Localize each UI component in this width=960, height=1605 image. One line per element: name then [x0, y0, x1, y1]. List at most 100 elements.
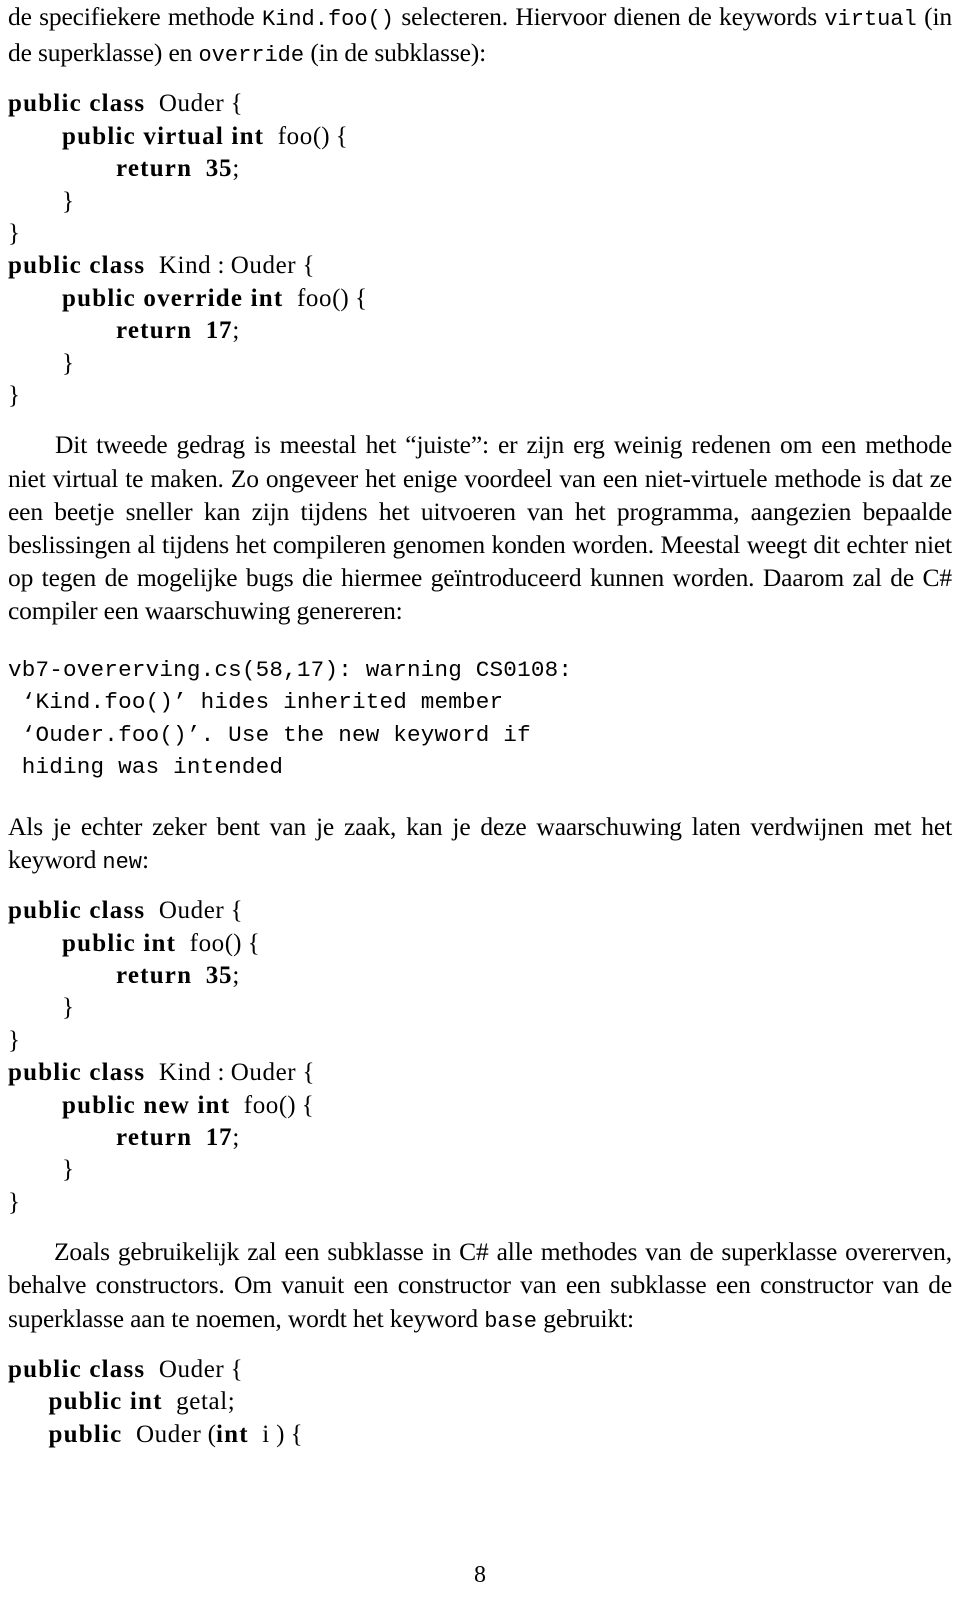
code-token-pun: }: [62, 187, 75, 215]
code-token-pun: :: [211, 252, 231, 280]
code-line: }: [8, 218, 952, 250]
code-line: public int getal;: [8, 1386, 952, 1418]
para1-text-2: selecteren. Hiervoor dienen de keywords: [393, 2, 825, 31]
code-block-constructor: public class Ouder { public int getal; p…: [8, 1354, 952, 1451]
code-line: }: [8, 348, 952, 380]
code-line: public class Ouder {: [8, 88, 952, 120]
code-token-id: Ouder: [158, 897, 225, 925]
inline-code-new: new: [102, 850, 143, 876]
code-token-kw: public override int: [62, 284, 284, 312]
code-token-kw: public class: [8, 90, 146, 118]
compiler-output-line: vb7-overerving.cs(58,17): warning CS0108…: [8, 656, 573, 683]
para4-text-2: gebruikt:: [537, 1303, 634, 1333]
code-token-kw: public virtual int: [62, 122, 265, 150]
code-token-id: getal: [176, 1388, 228, 1416]
code-token-kw: public: [48, 1420, 123, 1448]
code-token-pun: }: [8, 1026, 20, 1054]
paragraph-base-keyword: Zoals gebruikelijk zal een subklasse in …: [8, 1235, 952, 1338]
code-token-kw: return: [116, 155, 193, 183]
code-line: public class Kind : Ouder {: [8, 250, 952, 282]
code-token-kw: return: [116, 962, 193, 990]
code-line: }: [8, 186, 952, 218]
code-token-pun: () {: [224, 929, 260, 957]
paragraph-new-keyword: Als je echter zeker bent van je zaak, ka…: [8, 810, 952, 879]
code-line: }: [8, 380, 952, 412]
code-token-pun: () {: [312, 122, 348, 150]
inline-code-base: base: [484, 1308, 537, 1334]
code-token-kw: public class: [8, 1059, 146, 1087]
para1-text-4: (in de subklasse):: [304, 38, 487, 68]
code-token-pun: }: [8, 219, 20, 247]
code-line: return 17;: [8, 315, 952, 347]
code-line: }: [8, 1025, 952, 1057]
code-line: public class Ouder {: [8, 895, 952, 927]
code-token-pun: }: [62, 349, 75, 377]
code-token-id: Ouder: [230, 252, 297, 280]
code-line: public class Ouder {: [8, 1354, 952, 1386]
code-token-num: 17: [205, 1124, 233, 1152]
code-token-pun: :: [211, 1059, 231, 1087]
code-token-pun: ;: [232, 1124, 240, 1152]
code-token-id: Kind: [158, 1059, 212, 1087]
code-token-pun: }: [62, 1156, 75, 1184]
code-block-new-keyword: public class Ouder { public int foo() { …: [8, 895, 952, 1219]
code-line: public int foo() {: [8, 928, 952, 960]
code-token-kw: public class: [8, 252, 146, 280]
code-token-kw: public int: [48, 1388, 163, 1416]
code-token-num: 35: [205, 155, 233, 183]
paragraph-virtual-discussion: Dit tweede gedrag is meestal het “juiste…: [8, 428, 952, 627]
code-token-pun: ) {: [269, 1420, 303, 1448]
paragraph-intro: de specifiekere methode Kind.foo() selec…: [8, 0, 952, 72]
code-token-pun: {: [224, 897, 243, 925]
para3-text-1: Als je echter zeker bent van je zaak, ka…: [8, 811, 952, 875]
code-token-pun: ;: [232, 962, 240, 990]
code-token-pun: ;: [232, 317, 240, 345]
inline-code-kind-foo: Kind.foo(): [261, 7, 394, 32]
code-line: return 35;: [8, 960, 952, 992]
inline-code-virtual: virtual: [824, 7, 917, 32]
code-token-kw: public class: [8, 1355, 146, 1383]
code-token-pun: {: [224, 90, 243, 118]
code-token-kw: public class: [8, 897, 146, 925]
code-line: public new int foo() {: [8, 1090, 952, 1122]
code-token-id: foo: [277, 122, 313, 150]
compiler-warning-output: vb7-overerving.cs(58,17): warning CS0108…: [8, 654, 952, 784]
code-line: public virtual int foo() {: [8, 121, 952, 153]
code-token-num: 35: [205, 962, 233, 990]
code-token-pun: {: [296, 252, 315, 280]
code-token-id: Ouder: [230, 1059, 297, 1087]
compiler-output-line: hiding was intended: [8, 754, 284, 781]
compiler-output-line: ‘Ouder.foo()’. Use the new keyword if: [8, 721, 531, 748]
code-token-kw: return: [116, 317, 193, 345]
code-token-id: foo: [243, 1091, 279, 1119]
code-token-kw: int: [216, 1420, 249, 1448]
code-token-id: Ouder: [158, 1355, 225, 1383]
para1-text-1: de specifiekere methode: [8, 2, 262, 31]
code-line: }: [8, 992, 952, 1024]
code-token-pun: ;: [227, 1388, 235, 1416]
code-line: public Ouder (int i ) {: [8, 1419, 952, 1451]
code-line: }: [8, 1187, 952, 1219]
para2-text: Dit tweede gedrag is meestal het “juiste…: [8, 430, 952, 626]
